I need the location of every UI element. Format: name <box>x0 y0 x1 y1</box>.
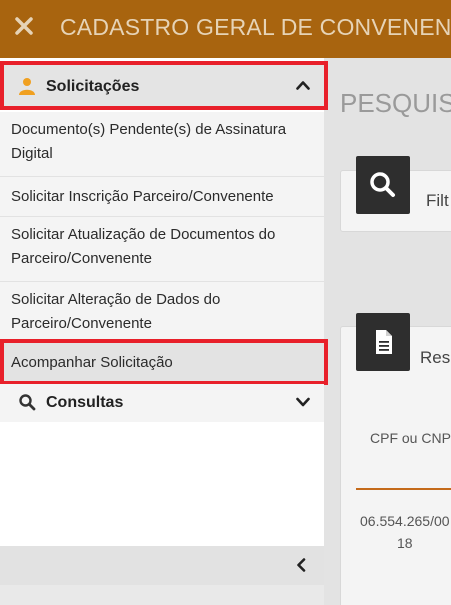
sidebar-section-consultas[interactable]: Consultas <box>0 384 324 422</box>
menu-item-solicitar-inscricao[interactable]: Solicitar Inscrição Parceiro/Convenente <box>0 177 324 217</box>
sidebar-collapse-bar[interactable] <box>0 546 324 585</box>
sidebar-menu: Solicitações Documento(s) Pendente(s) de… <box>0 58 328 605</box>
user-icon <box>19 78 35 95</box>
chevron-left-icon[interactable] <box>296 558 306 572</box>
section-label-consultas: Consultas <box>46 394 124 411</box>
menu-item-label: Acompanhar Solicitação <box>11 354 173 371</box>
document-icon <box>376 330 392 354</box>
menu-item-label: Solicitar Alteração de Dados do Parceiro… <box>11 291 221 332</box>
app-title: CADASTRO GERAL DE CONVENENTES <box>60 14 451 40</box>
menu-item-solicitar-alteracao-dados[interactable]: Solicitar Alteração de Dados do Parceiro… <box>0 282 324 347</box>
column-header-cpf[interactable]: CPF ou CNP <box>370 430 451 446</box>
close-icon[interactable] <box>12 14 36 38</box>
table-cell-cpf: 06.554.265/00 18 <box>360 510 450 554</box>
background-page: PESQUISA Filt Resu CPF ou CNP 06.554.265… <box>324 58 451 605</box>
sidebar-bottom-spacer <box>0 585 324 605</box>
menu-item-label: Solicitar Inscrição Parceiro/Convenente <box>11 188 274 205</box>
search-icon <box>19 394 36 411</box>
menu-item-documentos-pendentes[interactable]: Documento(s) Pendente(s) de Assinatura D… <box>0 112 324 177</box>
results-icon-box <box>356 313 410 371</box>
menu-item-label: Solicitar Atualização de Documentos do P… <box>11 226 276 267</box>
sidebar-section-solicitacoes[interactable]: Solicitações <box>0 64 324 110</box>
menu-item-solicitar-atualizacao-documentos[interactable]: Solicitar Atualização de Documentos do P… <box>0 217 324 282</box>
menu-item-label: Documento(s) Pendente(s) de Assinatura D… <box>11 121 287 162</box>
search-icon <box>370 172 395 197</box>
chevron-up-icon[interactable] <box>296 80 310 90</box>
cpf-value-line2: 18 <box>396 535 413 551</box>
results-label: Resu <box>420 348 451 367</box>
section-label-solicitacoes: Solicitações <box>46 78 140 95</box>
app-header: CADASTRO GERAL DE CONVENENTES <box>0 0 451 58</box>
cpf-value-line1: 06.554.265/00 <box>360 513 450 529</box>
filter-label[interactable]: Filt <box>426 191 449 211</box>
filter-icon-box <box>356 156 410 214</box>
header-divider <box>356 488 451 490</box>
page-title: PESQUISA <box>340 88 451 118</box>
menu-item-acompanhar-solicitacao[interactable]: Acompanhar Solicitação <box>0 343 324 383</box>
chevron-down-icon[interactable] <box>296 397 310 407</box>
